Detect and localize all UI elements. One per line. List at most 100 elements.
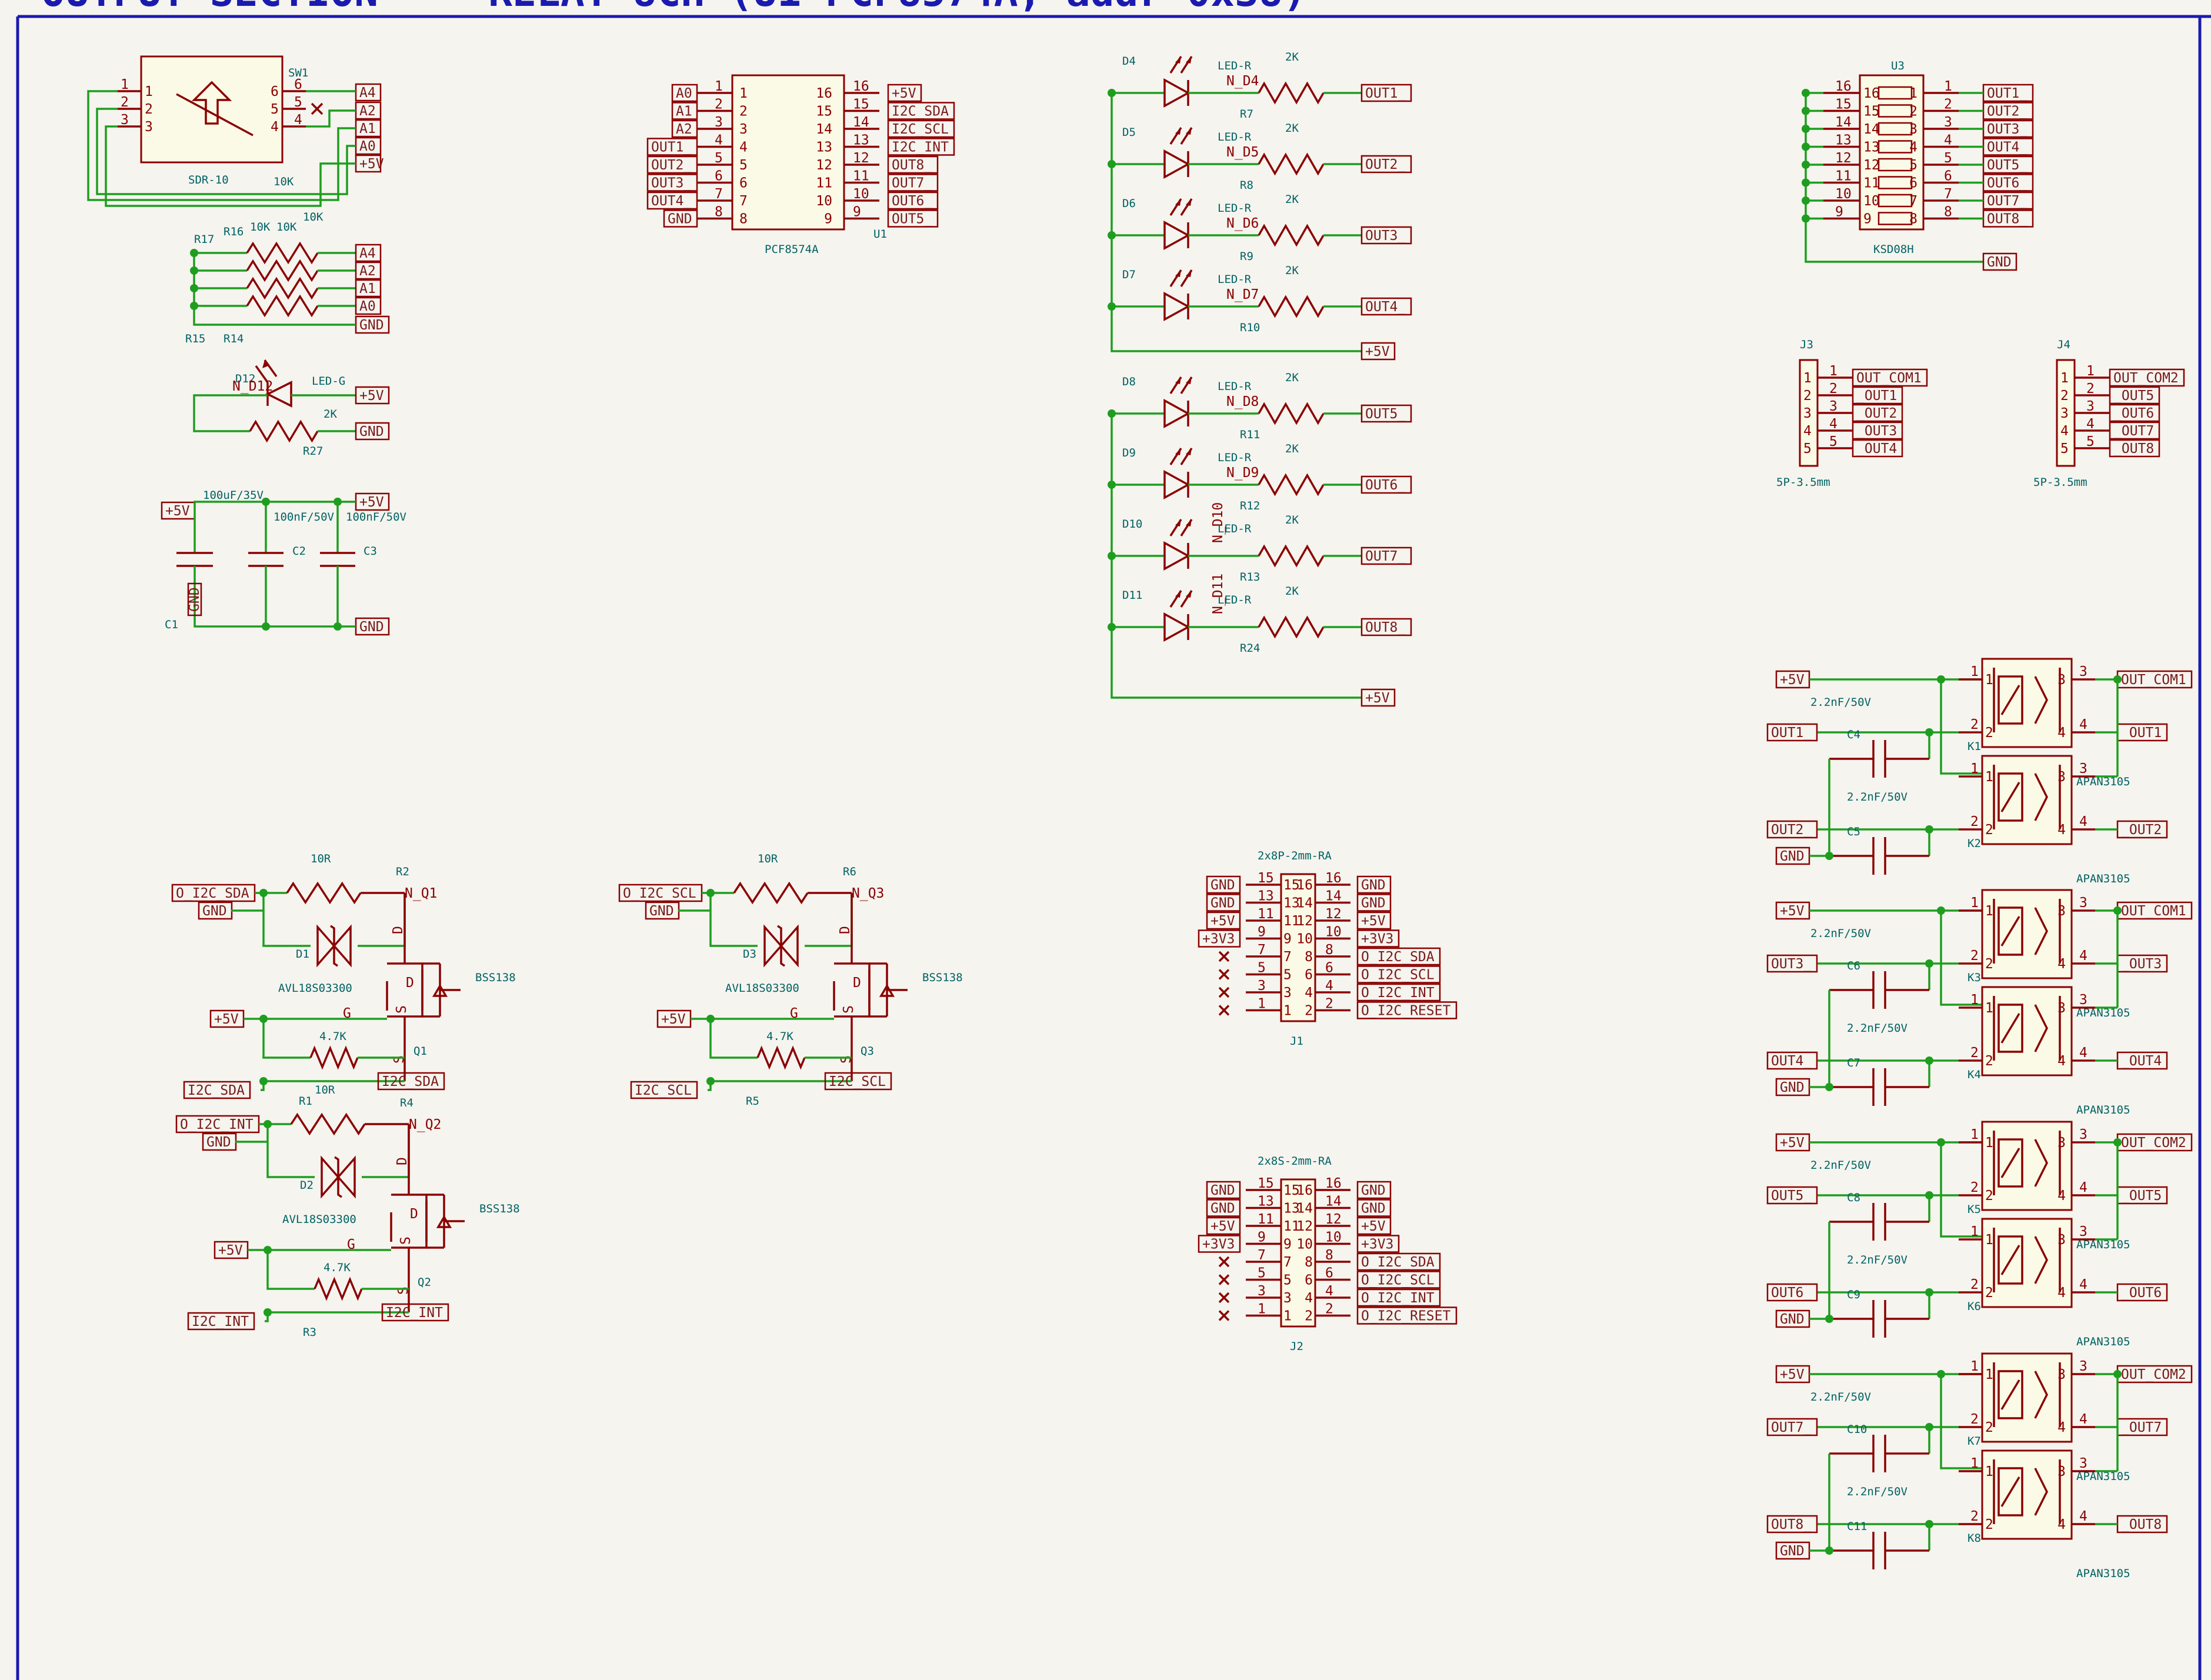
j2-inner-left: 5 [1283,1273,1292,1288]
net-label-text: +5V [661,1012,686,1027]
j1-right-label-7: O_I2C_RESET [1356,1001,1458,1019]
q1-tvs-ref: D1 [296,948,309,961]
relay-cap-value: 2.2nF/50V [1810,927,1871,940]
j2-inner-right: 6 [1305,1273,1313,1288]
net-label-text: OUT2_ [1365,157,1406,172]
net-label-text: O_I2C_RESET [1361,1004,1450,1019]
net-label-text: I2C_SCL [635,1083,692,1098]
net-label-text: _OUT3 [1856,424,1897,439]
relay-pin-inner: 4 [2057,1285,2066,1301]
j3-pin-num: 4 [1829,416,1838,432]
j1-left-pin-num: 5 [1258,961,1266,976]
net-label-text: OUT6_ [1987,176,2027,191]
q1-tvs-value: AVL18S03300 [278,982,352,995]
u1-right-pin-inner: 12 [816,158,832,173]
relay-out-label: _OUT7 [2116,1418,2168,1436]
led-out-label-3: OUT8_ [1360,618,1412,636]
sheet-title-right: RELAY 8CH (U1 PCF8574A, addr 0x38) [488,0,1307,16]
relay-pin-num: 1 [1970,992,1979,1008]
j4-label-4: _OUT8 [2109,439,2160,458]
relay-in-label: OUT6_ [1766,1283,1818,1302]
relay-pin-num: 2 [1970,717,1979,732]
net-label-text: +5V [165,504,190,519]
u1-right-label-6: OUT6_ [887,191,939,210]
relay-pin-inner: 4 [2057,1517,2066,1532]
relay-pin-num: 1 [1970,895,1979,911]
j3-pin-num: 1 [1829,364,1838,379]
q3-fet-value: BSS138 [922,971,963,984]
c2-value: 100nF/50V [274,511,334,524]
u3-inner-right: 1 [1909,86,1917,101]
net-label-text: _OUT4 [2121,1054,2162,1069]
sw1-left-pin-inner: 3 [145,119,153,135]
j3-pin-inner: 4 [1803,424,1812,439]
relay-pin-inner: 4 [2057,1420,2066,1435]
c3-ref: C3 [364,545,377,558]
net-label-text: GND [668,212,692,227]
net-label-text: +5V [1365,344,1390,359]
net-label-text: _OUT8 [2113,441,2154,456]
q1-r-bot-ref: R1 [299,1095,312,1108]
u1-right-label-4: OUT8_ [887,155,939,174]
u3-inner-right: 8 [1909,212,1917,227]
u1-left-pin-inner: 5 [739,158,748,173]
relay-pin-inner: 1 [1985,904,1993,919]
u3-right-pin-num: 3 [1944,115,1952,130]
u3-right-pin-num: 1 [1944,79,1952,94]
relay-cap-value-2: 2.2nF/50V [1847,1254,1907,1266]
u3-inner-right: 7 [1909,194,1917,209]
u3-inner-left: 15 [1863,104,1880,119]
net-label-text: GND [202,904,227,919]
q3-r-top-ref: R6 [843,865,856,878]
relay-com-label: OUT_COM2 [2116,1365,2193,1384]
led-r-ref: R11 [1240,428,1260,441]
q3-r-top-value: 10R [758,852,778,865]
net-label-text: OUT_COM1 [2121,904,2186,919]
u3-label-6: OUT7_ [1982,191,2034,210]
j2-inner-right: 4 [1305,1291,1313,1306]
j4-ref: J4 [2057,338,2070,351]
junction-dot [2113,675,2122,684]
j4-pin-inner: 1 [2060,371,2069,386]
schematic-sheet: OUTPUT SECTION RELAY 8CH (U1 PCF8574A, a… [0,0,2211,1680]
q1-fet-value: BSS138 [475,971,516,984]
net-label-text: GND [359,619,384,635]
net-label-text: OUT_COM2 [2121,1367,2186,1382]
led-r-ref: R10 [1240,321,1260,334]
net-label-text: _OUT6 [2113,406,2154,421]
j4-pin-num: 4 [2086,416,2095,432]
net-label-text: _OUT2 [1856,406,1897,421]
net-label-text: GND [649,904,674,919]
relay-pin-num: 1 [1970,664,1979,679]
u1-right-pin-inner: 9 [824,212,832,227]
j3-pin-inner: 5 [1803,441,1812,456]
junction-dot [1825,1083,1833,1091]
relay-pin-num: 1 [1970,1456,1979,1471]
net-label-text: OUT_COM2 [2121,1135,2186,1151]
j3-pin-inner: 3 [1803,406,1812,421]
j2-left-pin-num: 9 [1258,1230,1266,1245]
led-ref: D11 [1122,589,1142,602]
j2-inner-right: 8 [1305,1255,1313,1270]
led-ref: D8 [1122,375,1136,388]
q3-s-inner: S [841,1005,856,1014]
net-label-text: A2 [359,264,376,279]
relay-pin-inner: 3 [2057,1232,2066,1248]
q3-node-label: I2C_SCL [824,1072,892,1091]
relay-out-label: _OUT3 [2116,954,2168,973]
u1-left-pin-inner: 6 [739,176,748,191]
relay-value: APAN3105 [2076,1567,2130,1580]
j1-inner-right: 12 [1296,914,1313,929]
net-label-text: +5V [359,388,384,404]
junction-dot [334,498,342,506]
u1-ref: U1 [873,228,887,241]
j3-ref: J3 [1800,338,1813,351]
u3-label-2: OUT3_ [1982,119,2034,138]
j4-pin-inner: 3 [2060,406,2069,421]
net-label-text: OUT_COM1 [2121,672,2186,688]
sw1-r10k-2: 10K [303,211,324,224]
net-label-text: I2C_INT [192,1314,249,1329]
relay-pin-num: 3 [2079,1359,2087,1374]
led-out-label-2: OUT3_ [1360,226,1412,245]
j1-left-pin-num: 15 [1258,871,1274,886]
